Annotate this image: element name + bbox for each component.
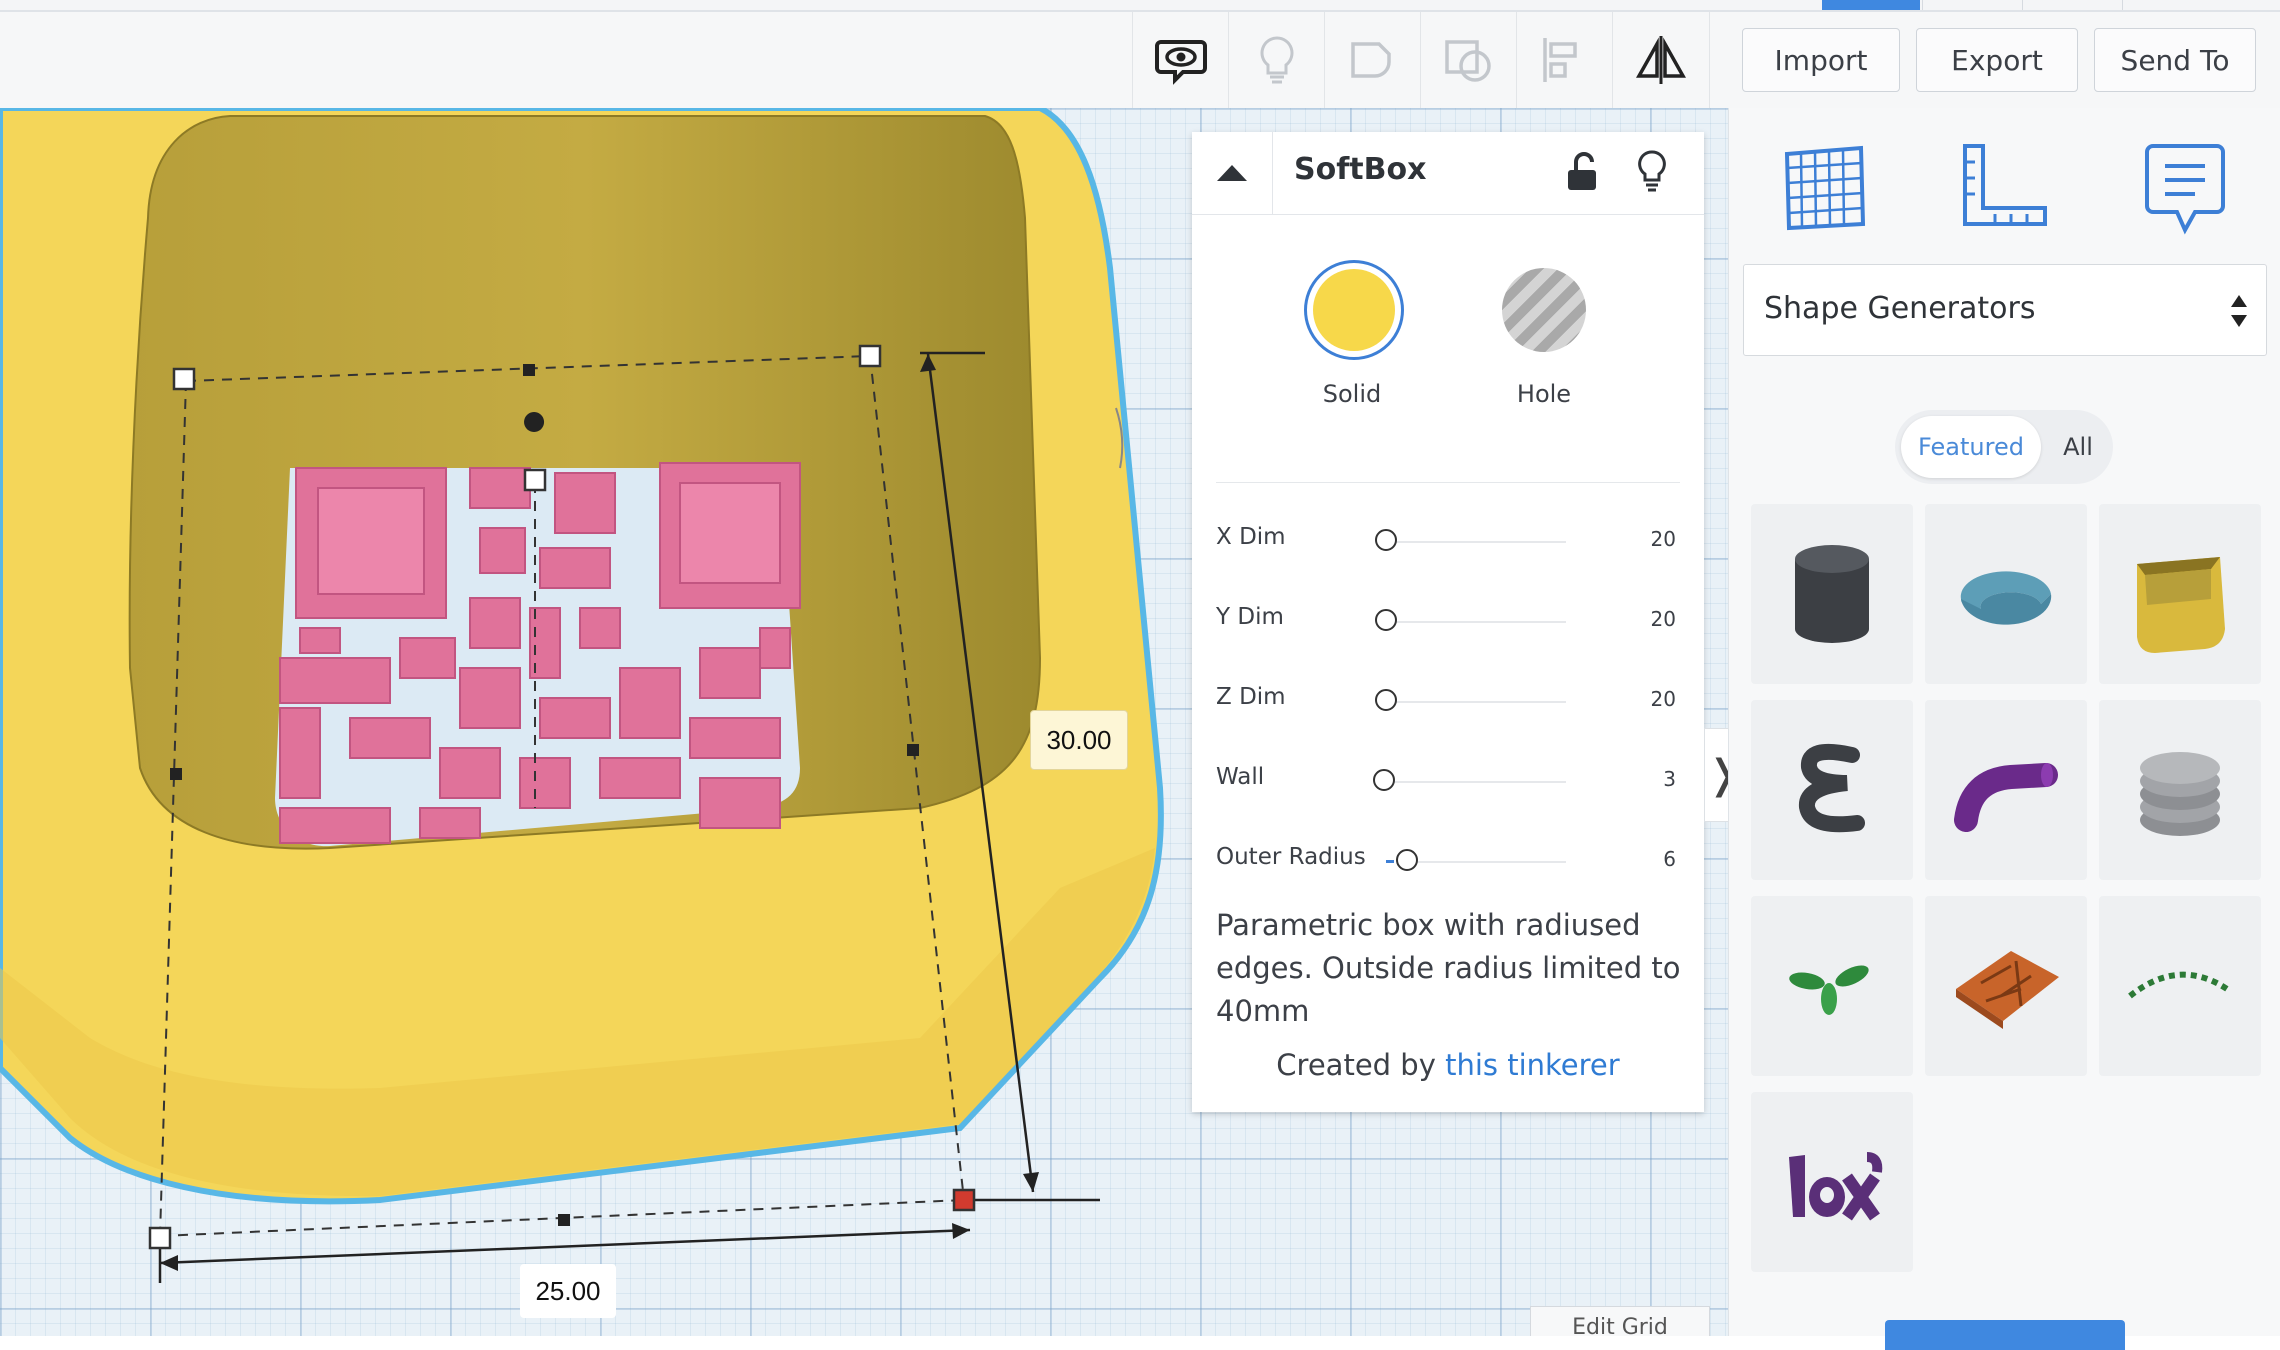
grid-icon[interactable] <box>1775 138 1875 238</box>
send-to-button[interactable]: Send To <box>2094 28 2256 92</box>
filter-all[interactable]: All <box>2045 416 2111 478</box>
shape-inspector: SoftBox Solid Hole X Dim 20 Y Dim 20 Z D… <box>1192 132 1704 1112</box>
ungroup-icon[interactable] <box>1420 12 1517 108</box>
param-slider-track[interactable] <box>1386 701 1566 703</box>
param-label: Outer Radius <box>1216 844 1366 870</box>
param-slider-track[interactable] <box>1386 781 1566 783</box>
param-value[interactable]: 20 <box>1616 527 1676 551</box>
voronoi-tile-shape-icon[interactable] <box>1925 896 2087 1076</box>
shape-library-dropdown[interactable]: Shape Generators <box>1743 264 2267 356</box>
param-slider-fill <box>1386 860 1394 863</box>
param-slider-knob[interactable] <box>1375 529 1397 551</box>
solid-color-fill <box>1313 269 1395 351</box>
param-wall: Wall 3 <box>1216 750 1676 810</box>
screw-thread-shape-icon[interactable] <box>2099 700 2261 880</box>
divider <box>1216 482 1680 483</box>
lightbulb-icon[interactable] <box>1228 12 1325 108</box>
param-z-dim: Z Dim 20 <box>1216 670 1676 730</box>
lock-open-icon[interactable] <box>1562 150 1606 194</box>
hole-swatch[interactable] <box>1494 260 1594 360</box>
group-icon[interactable] <box>1324 12 1421 108</box>
param-slider-knob[interactable] <box>1373 769 1395 791</box>
eye-comment-icon[interactable] <box>1132 12 1229 108</box>
nav-tab[interactable] <box>2022 0 2121 10</box>
height-dimension-label[interactable]: 30.00 <box>1030 710 1128 770</box>
chain-arc-shape-icon[interactable] <box>2099 896 2261 1076</box>
dropdown-caret-icon <box>2231 295 2247 327</box>
param-outer-radius: Outer Radius 6 <box>1216 830 1676 890</box>
softbox-shape-icon[interactable] <box>2099 504 2261 684</box>
param-slider-knob[interactable] <box>1375 689 1397 711</box>
dropdown-label: Shape Generators <box>1764 291 2036 326</box>
hole-stripes <box>1502 268 1586 352</box>
mirror-icon[interactable] <box>1612 12 1710 108</box>
import-button[interactable]: Import <box>1742 28 1900 92</box>
notes-icon[interactable] <box>2135 138 2235 238</box>
credit-link[interactable]: this tinkerer <box>1445 1048 1620 1082</box>
param-label: Y Dim <box>1216 604 1284 630</box>
active-nav-tab[interactable] <box>1822 0 1920 10</box>
shape-name[interactable]: SoftBox <box>1294 152 1426 187</box>
edit-grid-button[interactable]: Edit Grid <box>1530 1306 1710 1336</box>
ruler-icon[interactable] <box>1955 138 2055 238</box>
param-label: Wall <box>1216 764 1265 790</box>
export-button[interactable]: Export <box>1916 28 2078 92</box>
param-y-dim: Y Dim 20 <box>1216 590 1676 650</box>
solid-color-swatch[interactable] <box>1304 260 1404 360</box>
inspector-header: SoftBox <box>1192 132 1704 215</box>
param-label: Z Dim <box>1216 684 1286 710</box>
bent-tube-shape-icon[interactable] <box>1925 700 2087 880</box>
param-slider-track[interactable] <box>1386 541 1566 543</box>
lightbulb-icon[interactable] <box>1632 148 1672 196</box>
top-nav-strip <box>0 0 2280 12</box>
cylinder-shape-icon[interactable] <box>1751 504 1913 684</box>
text-shape-icon[interactable] <box>1751 1092 1913 1272</box>
param-slider-track[interactable] <box>1398 861 1566 863</box>
shape-filter-toggle: Featured All <box>1895 410 2113 484</box>
filter-featured[interactable]: Featured <box>1901 416 2041 478</box>
nav-tab[interactable] <box>1922 0 2021 10</box>
panel-action-button[interactable] <box>1885 1320 2125 1350</box>
toolbar: Import Export Send To <box>0 12 2280 109</box>
collapse-icon[interactable] <box>1192 132 1273 214</box>
credit-prefix: Created by <box>1276 1048 1436 1082</box>
param-slider-knob[interactable] <box>1375 609 1397 631</box>
torus-shape-icon[interactable] <box>1925 504 2087 684</box>
leaf-shape-icon[interactable] <box>1751 896 1913 1076</box>
solid-label: Solid <box>1322 380 1382 408</box>
hole-label: Hole <box>1516 380 1572 408</box>
param-slider-knob[interactable] <box>1396 849 1418 871</box>
param-x-dim: X Dim 20 <box>1216 510 1676 570</box>
shapes-panel: Shape Generators Featured All <box>1728 108 2280 1350</box>
param-value[interactable]: 20 <box>1616 607 1676 631</box>
param-value[interactable]: 20 <box>1616 687 1676 711</box>
shape-credit: Created by this tinkerer <box>1192 1048 1704 1082</box>
nav-tab[interactable] <box>2122 0 2280 10</box>
param-slider-track[interactable] <box>1386 621 1566 623</box>
param-value[interactable]: 3 <box>1616 767 1676 791</box>
param-label: X Dim <box>1216 524 1286 550</box>
width-dimension-label[interactable]: 25.00 <box>520 1264 616 1318</box>
shape-description: Parametric box with radiused edges. Outs… <box>1216 908 1681 1028</box>
align-icon[interactable] <box>1516 12 1613 108</box>
param-value[interactable]: 6 <box>1616 847 1676 871</box>
spiral-shape-icon[interactable] <box>1751 700 1913 880</box>
